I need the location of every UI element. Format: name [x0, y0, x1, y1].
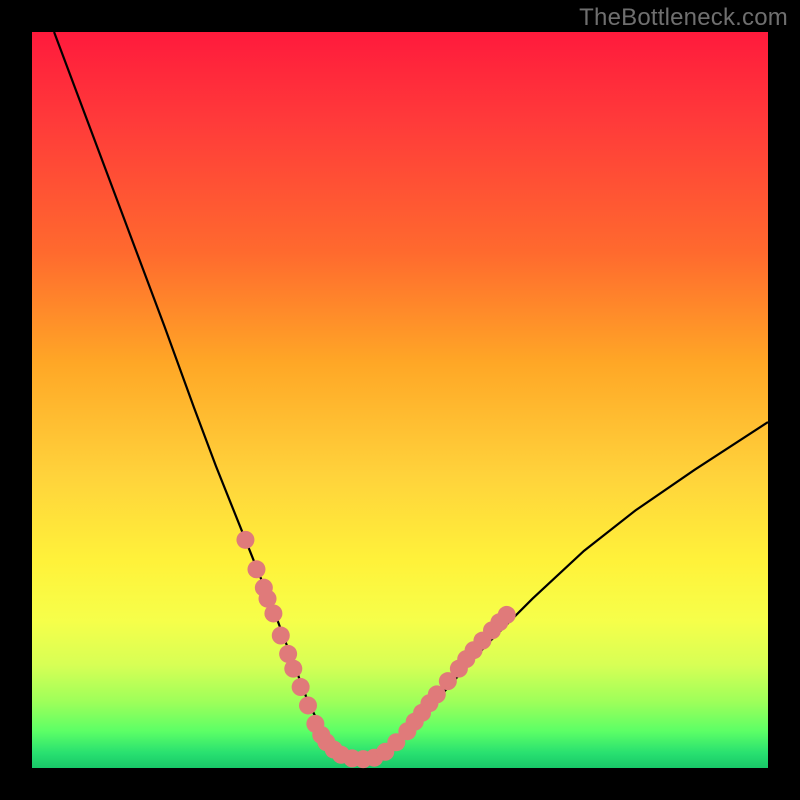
bottleneck-curve [54, 32, 768, 759]
data-marker [272, 627, 290, 645]
data-marker [292, 678, 310, 696]
chart-svg [32, 32, 768, 768]
data-marker [236, 531, 254, 549]
data-marker [264, 604, 282, 622]
marker-group [236, 531, 515, 768]
data-marker [299, 696, 317, 714]
data-marker [247, 560, 265, 578]
data-marker [284, 660, 302, 678]
chart-frame: TheBottleneck.com [0, 0, 800, 800]
plot-area [32, 32, 768, 768]
data-marker [498, 606, 516, 624]
watermark-text: TheBottleneck.com [579, 4, 788, 32]
